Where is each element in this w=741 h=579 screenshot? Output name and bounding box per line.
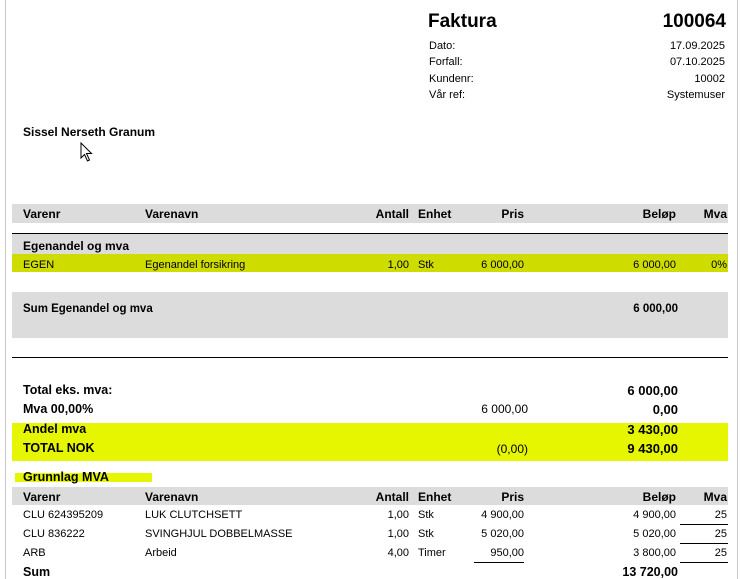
cell-mva: 25 xyxy=(714,509,727,521)
divider xyxy=(12,357,728,358)
cell-varenavn: Egenandel forsikring xyxy=(145,259,246,271)
col-varenr: Varenr xyxy=(23,490,61,504)
cell-varenavn: LUK CLUTCHSETT xyxy=(145,509,243,521)
cell-varenavn: SVINGHJUL DOBBELMASSE xyxy=(145,528,293,540)
cell-varenr: CLU 624395209 xyxy=(23,509,104,521)
total-nok-value: 9 430,00 xyxy=(627,441,678,456)
mva-underline xyxy=(680,543,728,544)
col-belop: Beløp xyxy=(642,490,676,504)
total-paren: (0,00) xyxy=(496,442,528,456)
page-border-left xyxy=(5,0,6,579)
meta-label: Vår ref: xyxy=(429,89,466,101)
cell-mva: 0% xyxy=(711,259,727,271)
andel-mva-value: 3 430,00 xyxy=(627,422,678,437)
col-pris: Pris xyxy=(501,490,524,504)
col-varenavn: Varenavn xyxy=(145,490,199,504)
cell-enhet: Stk xyxy=(418,509,434,521)
meta-label: Kundenr: xyxy=(429,73,474,85)
mva-label: Mva 00,00% xyxy=(23,402,94,416)
cell-antall: 4,00 xyxy=(387,547,409,559)
cell-belop: 6 000,00 xyxy=(633,259,676,271)
cell-pris: 4 900,00 xyxy=(481,509,524,521)
cell-pris: 6 000,00 xyxy=(481,259,524,271)
cell-varenavn: Arbeid xyxy=(145,547,177,559)
mva-base: 6 000,00 xyxy=(481,402,528,416)
mva-underline xyxy=(680,562,728,563)
total-nok-label: TOTAL NOK xyxy=(23,441,95,455)
cell-antall: 1,00 xyxy=(387,528,409,540)
col-enhet: Enhet xyxy=(418,490,452,504)
cell-varenr: ARB xyxy=(23,547,46,559)
cell-antall: 1,00 xyxy=(387,259,409,271)
cell-mva: 25 xyxy=(714,528,727,540)
col-varenr: Varenr xyxy=(23,207,61,221)
cell-pris: 5 020,00 xyxy=(481,528,524,540)
col-pris: Pris xyxy=(501,207,524,221)
invoice-title: Faktura xyxy=(428,11,497,32)
cell-enhet: Timer xyxy=(418,547,446,559)
col-varenavn: Varenavn xyxy=(145,207,199,221)
cell-enhet: Stk xyxy=(418,528,434,540)
col-mva: Mva xyxy=(703,207,727,221)
grunnlag-sum-value: 13 720,00 xyxy=(622,565,678,579)
mouse-cursor-icon xyxy=(80,142,93,162)
meta-label: Forfall: xyxy=(429,56,463,68)
meta-value: 10002 xyxy=(694,73,725,85)
grunnlag-title: Grunnlag MVA xyxy=(23,470,109,484)
cell-varenr: CLU 836222 xyxy=(23,528,85,540)
group-sum-band xyxy=(12,292,728,338)
col-antall: Antall xyxy=(375,207,409,221)
col-belop: Beløp xyxy=(642,207,676,221)
invoice-number: 100064 xyxy=(662,11,726,32)
meta-value: 07.10.2025 xyxy=(669,56,725,68)
andel-mva-label: Andel mva xyxy=(23,422,87,436)
mva-underline xyxy=(680,524,728,525)
col-mva: Mva xyxy=(703,490,727,504)
cell-enhet: Stk xyxy=(418,259,434,271)
total-eks-label: Total eks. mva: xyxy=(23,383,113,397)
col-enhet: Enhet xyxy=(418,207,452,221)
cell-belop: 4 900,00 xyxy=(633,509,676,521)
customer-name: Sissel Nerseth Granum xyxy=(23,125,156,139)
col-antall: Antall xyxy=(375,490,409,504)
cell-pris: 950,00 xyxy=(490,547,524,559)
cell-mva: 25 xyxy=(714,547,727,559)
cell-varenr: EGEN xyxy=(23,259,55,271)
grunnlag-sum-label: Sum xyxy=(23,565,51,579)
cell-belop: 3 800,00 xyxy=(633,547,676,559)
cell-belop: 5 020,00 xyxy=(633,528,676,540)
mva-value: 0,00 xyxy=(652,402,678,417)
meta-value: Systemuser xyxy=(666,89,725,101)
cell-antall: 1,00 xyxy=(387,509,409,521)
group-sum-value: 6 000,00 xyxy=(633,303,678,315)
meta-label: Dato: xyxy=(429,40,456,52)
pris-underline xyxy=(474,562,524,563)
group-sum-label: Sum Egenandel og mva xyxy=(23,303,153,315)
group-title: Egenandel og mva xyxy=(23,239,130,253)
page-border-right xyxy=(737,0,738,579)
total-eks-value: 6 000,00 xyxy=(627,383,678,398)
meta-value: 17.09.2025 xyxy=(669,40,725,52)
